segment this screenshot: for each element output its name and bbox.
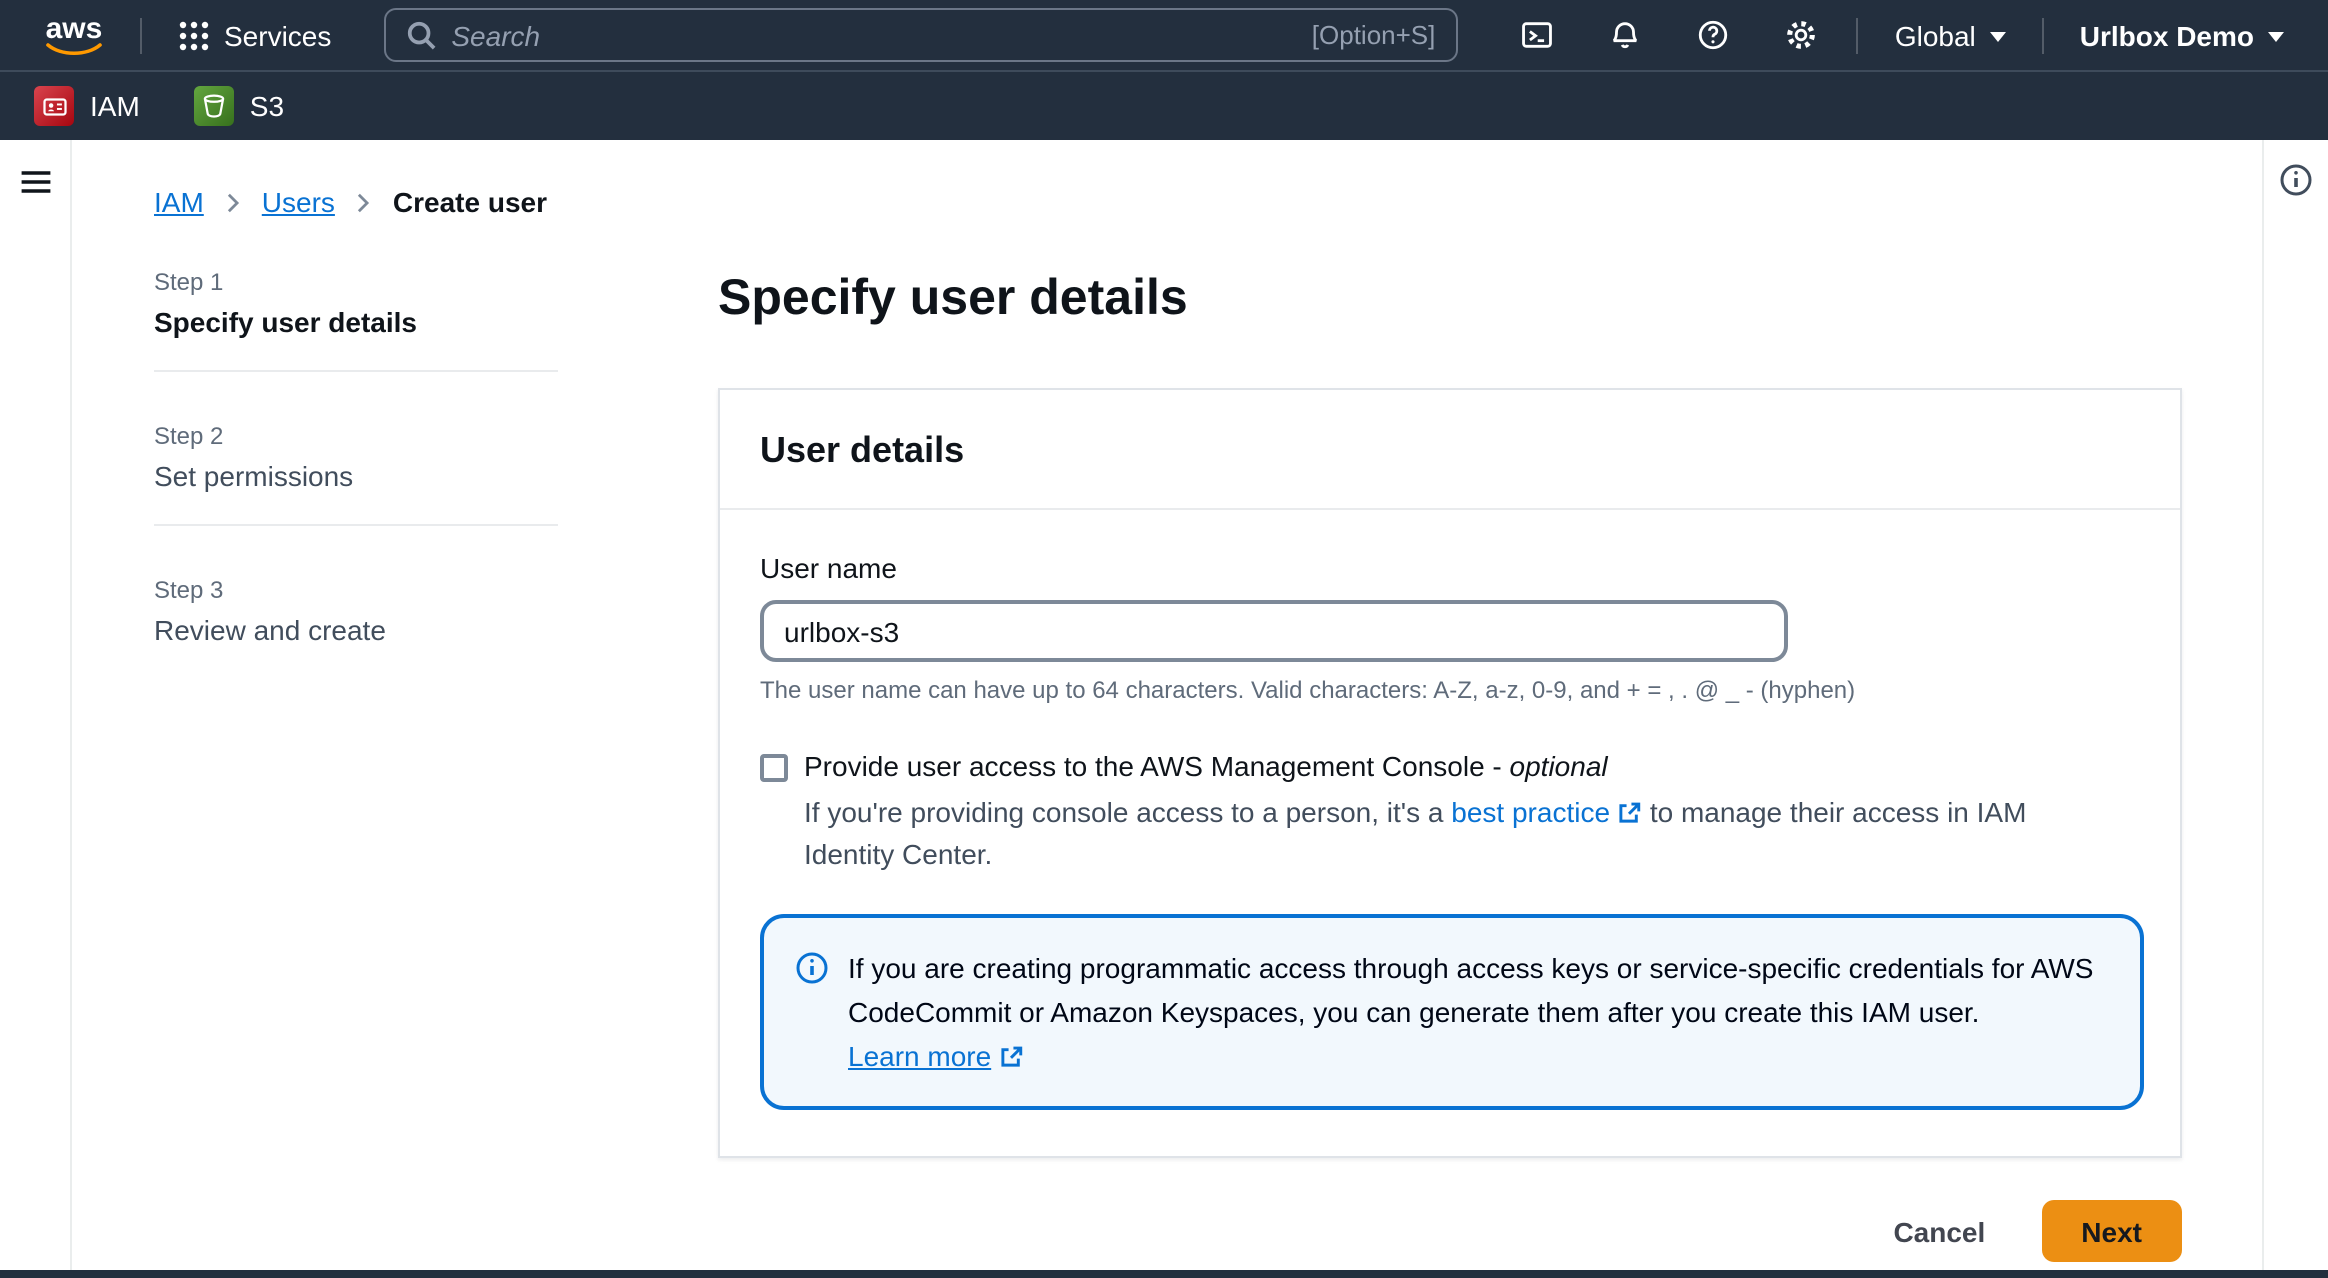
card-title: User details: [760, 431, 2140, 473]
console-access-checkbox[interactable]: [760, 755, 788, 783]
card-body: User name The user name can have up to 6…: [720, 511, 2180, 1157]
console-access-description: If you're providing console access to a …: [804, 793, 2044, 877]
step-1: Step 1 Specify user details: [154, 268, 718, 338]
help-button[interactable]: [1669, 0, 1757, 70]
sidebar-toggle-button[interactable]: [17, 164, 53, 206]
step-1-label: Step 1: [154, 268, 718, 296]
info-panel-toggle[interactable]: [2280, 164, 2312, 196]
chevron-right-icon: [222, 191, 244, 213]
alert-text: If you are creating programmatic access …: [848, 947, 2108, 1035]
region-label: Global: [1895, 19, 1976, 51]
services-grid-icon: [178, 19, 210, 51]
divider: [140, 17, 142, 53]
divider: [2042, 17, 2044, 53]
console-access-desc-start: If you're providing console access to a …: [804, 797, 1444, 829]
account-label: Urlbox Demo: [2080, 19, 2254, 51]
cancel-button[interactable]: Cancel: [1893, 1216, 1985, 1248]
bell-icon: [1608, 18, 1642, 52]
username-input[interactable]: [760, 601, 1788, 663]
step-divider: [154, 370, 558, 372]
step-divider: [154, 524, 558, 526]
favorite-iam[interactable]: IAM: [34, 86, 140, 126]
console-access-label-text: Provide user access to the AWS Managemen…: [804, 751, 1502, 783]
search-shortcut: [Option+S]: [1312, 20, 1436, 50]
main-content: IAM Users Create user Step 1 Specify use…: [72, 140, 2262, 1270]
top-navigation: aws Services [Option+S]: [0, 0, 2328, 70]
external-link-icon: [1616, 801, 1642, 827]
global-search[interactable]: [Option+S]: [383, 8, 1457, 62]
aws-console-page: aws Services [Option+S]: [0, 0, 2328, 1278]
caret-down-icon: [2268, 32, 2284, 42]
next-button[interactable]: Next: [2041, 1201, 2182, 1263]
aws-logo-text: aws: [46, 18, 103, 42]
alert-body: If you are creating programmatic access …: [848, 947, 2108, 1079]
step-2: Step 2 Set permissions: [154, 422, 718, 492]
favorite-s3[interactable]: S3: [194, 86, 284, 126]
help-panel-strip: [2262, 140, 2328, 1270]
breadcrumb-current: Create user: [393, 186, 547, 218]
info-icon: [2280, 164, 2312, 196]
wizard-steps: Step 1 Specify user details Step 2 Set p…: [154, 268, 718, 1263]
username-label: User name: [760, 553, 2140, 585]
breadcrumb: IAM Users Create user: [154, 186, 2262, 218]
chevron-right-icon: [353, 191, 375, 213]
favorites-bar: IAM S3: [0, 70, 2328, 140]
console-access-optional-text: optional: [1510, 751, 1608, 783]
footer-strip: [0, 1270, 2328, 1278]
aws-logo[interactable]: aws: [20, 12, 128, 58]
region-selector[interactable]: Global: [1871, 0, 2030, 70]
gear-icon: [1784, 18, 1818, 52]
step-3-title: Review and create: [154, 614, 718, 646]
aws-smile-icon: [44, 42, 104, 58]
services-button[interactable]: Services: [154, 0, 355, 70]
iam-service-icon: [34, 86, 74, 126]
username-help: The user name can have up to 64 characte…: [760, 677, 2140, 705]
step-3: Step 3 Review and create: [154, 576, 718, 646]
workspace: IAM Users Create user Step 1 Specify use…: [0, 140, 2328, 1270]
settings-button[interactable]: [1757, 0, 1845, 70]
search-icon: [405, 20, 435, 50]
page-title: Specify user details: [718, 268, 2182, 331]
search-input[interactable]: [451, 19, 1295, 51]
wizard-actions: Cancel Next: [718, 1201, 2182, 1263]
step-3-label: Step 3: [154, 576, 718, 604]
favorite-iam-label: IAM: [90, 90, 140, 122]
programmatic-access-alert: If you are creating programmatic access …: [760, 915, 2144, 1111]
divider: [1857, 17, 1859, 53]
account-menu[interactable]: Urlbox Demo: [2056, 0, 2308, 70]
console-access-label[interactable]: Provide user access to the AWS Managemen…: [804, 751, 1608, 783]
learn-more-link[interactable]: Learn more: [848, 1041, 991, 1073]
nav-utilities: Global Urlbox Demo: [1493, 0, 2308, 70]
step-2-label: Step 2: [154, 422, 718, 450]
user-details-card: User details User name The user name can…: [718, 389, 2182, 1159]
breadcrumb-link-iam[interactable]: IAM: [154, 186, 204, 218]
collapsed-sidenav: [0, 140, 72, 1270]
cloudshell-button[interactable]: [1493, 0, 1581, 70]
step-2-title: Set permissions: [154, 460, 718, 492]
hamburger-icon: [17, 164, 53, 200]
form-column: Specify user details User details User n…: [718, 268, 2182, 1263]
breadcrumb-link-users[interactable]: Users: [262, 186, 335, 218]
notifications-button[interactable]: [1581, 0, 1669, 70]
services-label: Services: [224, 19, 331, 51]
favorite-s3-label: S3: [250, 90, 284, 122]
s3-service-icon: [194, 86, 234, 126]
help-icon: [1696, 18, 1730, 52]
console-access-row: Provide user access to the AWS Managemen…: [760, 751, 2140, 783]
best-practice-link[interactable]: best practice: [1451, 797, 1610, 829]
caret-down-icon: [1990, 32, 2006, 42]
external-link-icon: [997, 1045, 1023, 1071]
step-1-title: Specify user details: [154, 306, 718, 338]
card-header: User details: [720, 391, 2180, 511]
info-icon: [796, 953, 828, 1079]
cloudshell-icon: [1520, 18, 1554, 52]
